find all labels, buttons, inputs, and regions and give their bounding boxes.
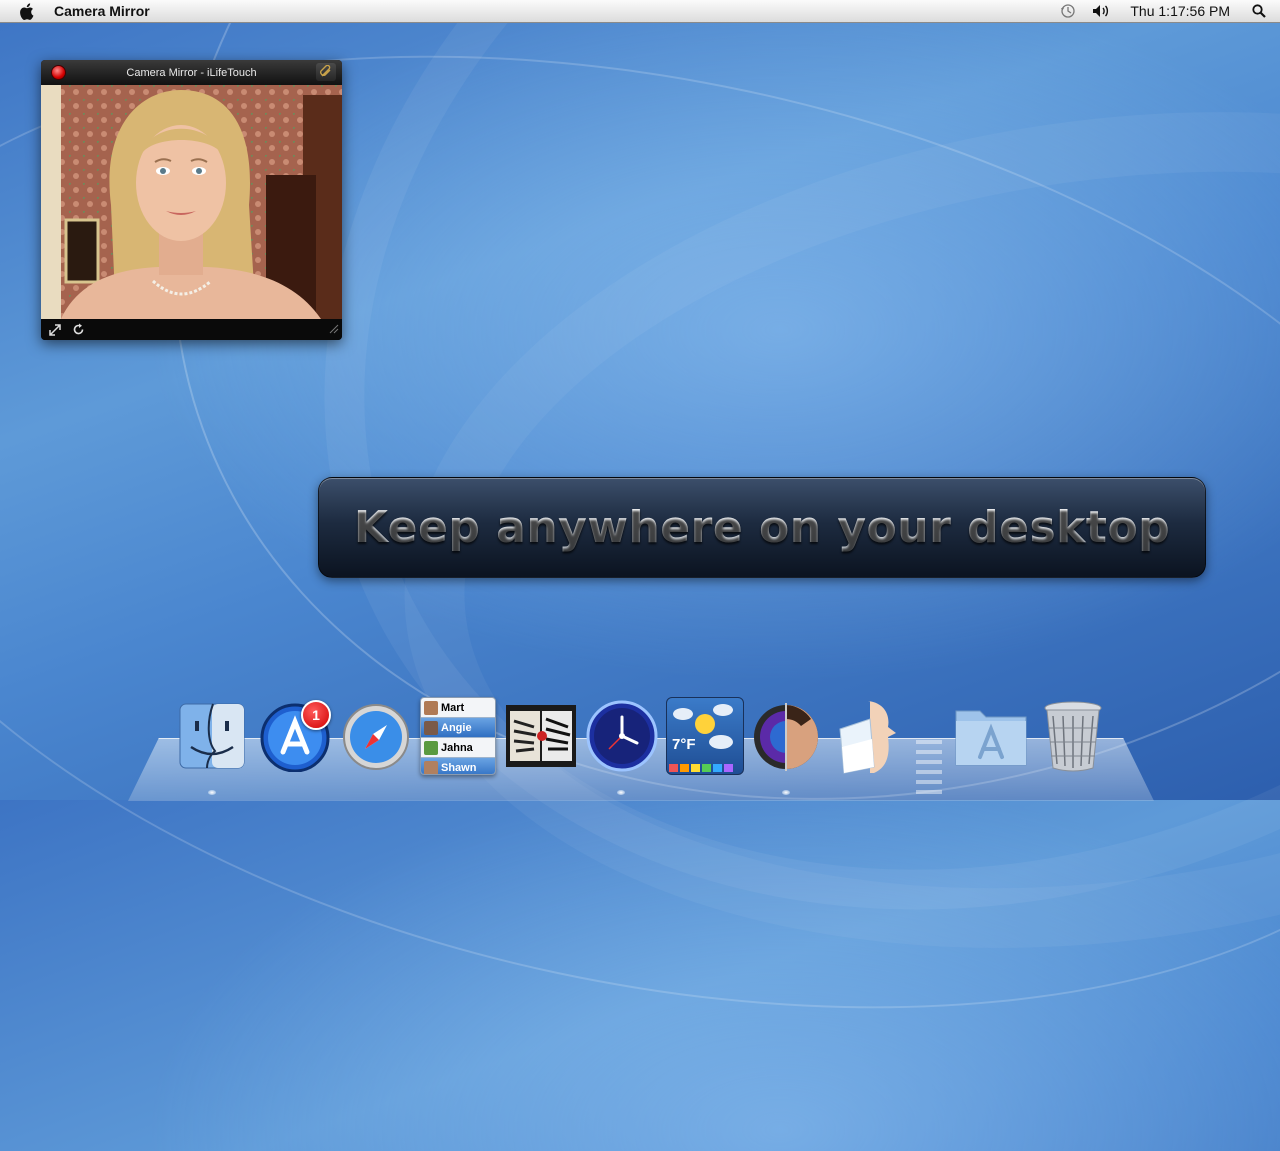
contacts-widget-icon[interactable]: Mart Angie Jahna Shawn <box>420 697 496 775</box>
weather-icon[interactable]: 7°F <box>666 697 744 775</box>
trash-icon[interactable] <box>1040 698 1106 774</box>
window-toolbar <box>41 319 342 340</box>
window-title: Camera Mirror - iLifeTouch <box>126 66 257 79</box>
volume-icon[interactable] <box>1084 0 1118 22</box>
dock-separator <box>916 740 942 798</box>
camera-mirror-window[interactable]: Camera Mirror - iLifeTouch <box>41 60 342 340</box>
time-machine-icon[interactable] <box>1052 0 1084 22</box>
running-indicator <box>208 790 216 795</box>
safari-icon[interactable] <box>340 698 412 774</box>
spotlight-search-icon[interactable] <box>1244 0 1280 22</box>
app-store-icon[interactable]: 1 <box>257 698 333 774</box>
banner-text: Keep anywhere on your desktop <box>353 502 1171 553</box>
camera-mirror-icon[interactable] <box>750 698 822 774</box>
notification-badge: 1 <box>301 700 331 730</box>
resize-grip-icon[interactable] <box>329 321 339 339</box>
app-menu-title[interactable]: Camera Mirror <box>54 3 150 19</box>
contact-row: Jahna <box>421 738 495 758</box>
contact-row: Shawn <box>421 758 495 774</box>
pin-icon[interactable] <box>316 63 336 81</box>
promo-banner: Keep anywhere on your desktop <box>318 477 1206 578</box>
fullscreen-icon[interactable] <box>46 321 64 339</box>
photo-editor-icon[interactable] <box>503 698 579 774</box>
close-button[interactable] <box>51 65 66 80</box>
running-indicator <box>617 790 625 795</box>
menubar-clock[interactable]: Thu 1:17:56 PM <box>1118 0 1244 22</box>
camera-feed <box>41 85 342 319</box>
clock-icon[interactable] <box>584 698 660 774</box>
refresh-icon[interactable] <box>69 321 87 339</box>
running-indicator <box>782 790 790 795</box>
finder-icon[interactable] <box>176 698 248 774</box>
weather-temperature: 7°F <box>672 736 696 753</box>
apple-icon[interactable] <box>19 2 35 20</box>
applications-folder-icon[interactable] <box>952 698 1030 774</box>
menu-bar: Camera Mirror Thu 1:17:56 PM <box>0 0 1280 23</box>
drink-app-icon[interactable] <box>830 698 910 774</box>
window-titlebar[interactable]: Camera Mirror - iLifeTouch <box>41 60 342 85</box>
contact-row: Mart <box>421 698 495 718</box>
contact-row: Angie <box>421 718 495 738</box>
